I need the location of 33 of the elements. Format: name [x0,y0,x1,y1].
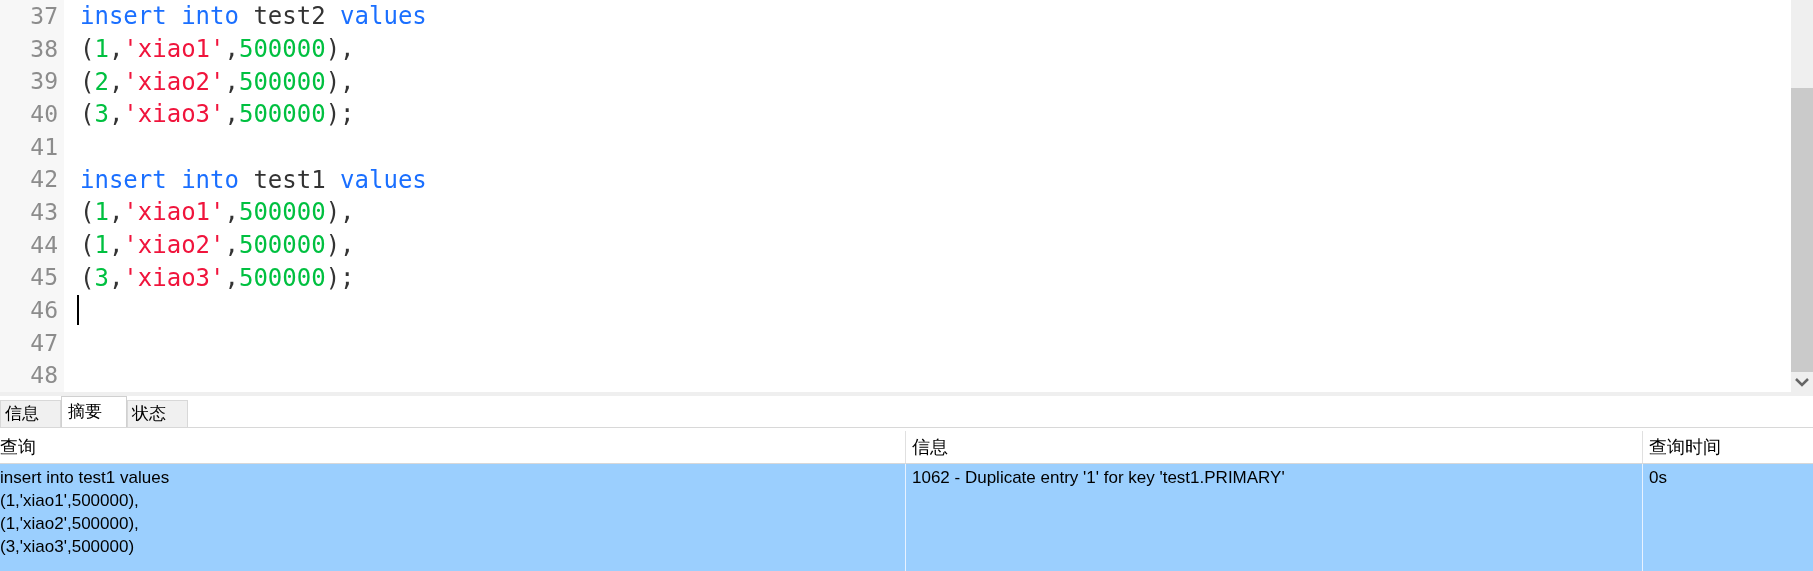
table-cell-text: insert into test1 values (1,'xiao1',500000), (1,'xiao2',500000), (3,'xiao3',500000) [0,467,171,558]
scrollbar[interactable] [1791,0,1813,392]
line-number: 41 [30,135,58,159]
chevron-down-icon[interactable] [1795,377,1809,387]
line-number: 39 [30,70,58,94]
line-number: 43 [30,200,58,224]
line-number: 48 [30,364,58,388]
table-cell-text: 1062 - Duplicate entry '1' for key 'test1.PRIMARY' [912,467,1286,489]
line-number: 37 [30,4,58,28]
code-line: (3,'xiao3',500000); [80,102,355,127]
scrollbar-thumb[interactable] [1791,88,1813,372]
column-header[interactable]: 信息 [905,431,1642,463]
line-number: 38 [30,37,58,61]
code-line: (1,'xiao1',500000), [80,200,355,225]
code-line: (1,'xiao1',500000), [80,37,355,61]
column-header[interactable]: 查询时间 [1642,431,1813,463]
line-number: 46 [30,298,58,322]
code-line: (2,'xiao2',500000), [80,69,355,94]
tab[interactable]: 摘要 [61,396,127,427]
code-line: insert into test1 values [80,167,427,192]
code-line: (1,'xiao2',500000), [80,233,355,258]
line-number: 40 [30,102,58,126]
code-line: insert into test2 values [80,4,427,29]
tab[interactable]: 状态 [127,400,188,427]
column-header[interactable]: 查询 [0,431,905,463]
table-cell-text: 0s [1649,467,1668,489]
tab[interactable]: 信息 [0,400,61,427]
line-number: 45 [30,266,58,290]
result-row[interactable]: insert into test1 values (1,'xiao1',500000), (1,'xiao2',500000), (3,'xiao3',500000) 1062 - Duplicate entry '1' for key 'test1.PRIMARY' 0s [0,464,1813,571]
line-number: 42 [30,168,58,192]
line-number: 47 [30,331,58,355]
line-number: 44 [30,233,58,257]
code-line: (3,'xiao3',500000); [80,265,355,290]
